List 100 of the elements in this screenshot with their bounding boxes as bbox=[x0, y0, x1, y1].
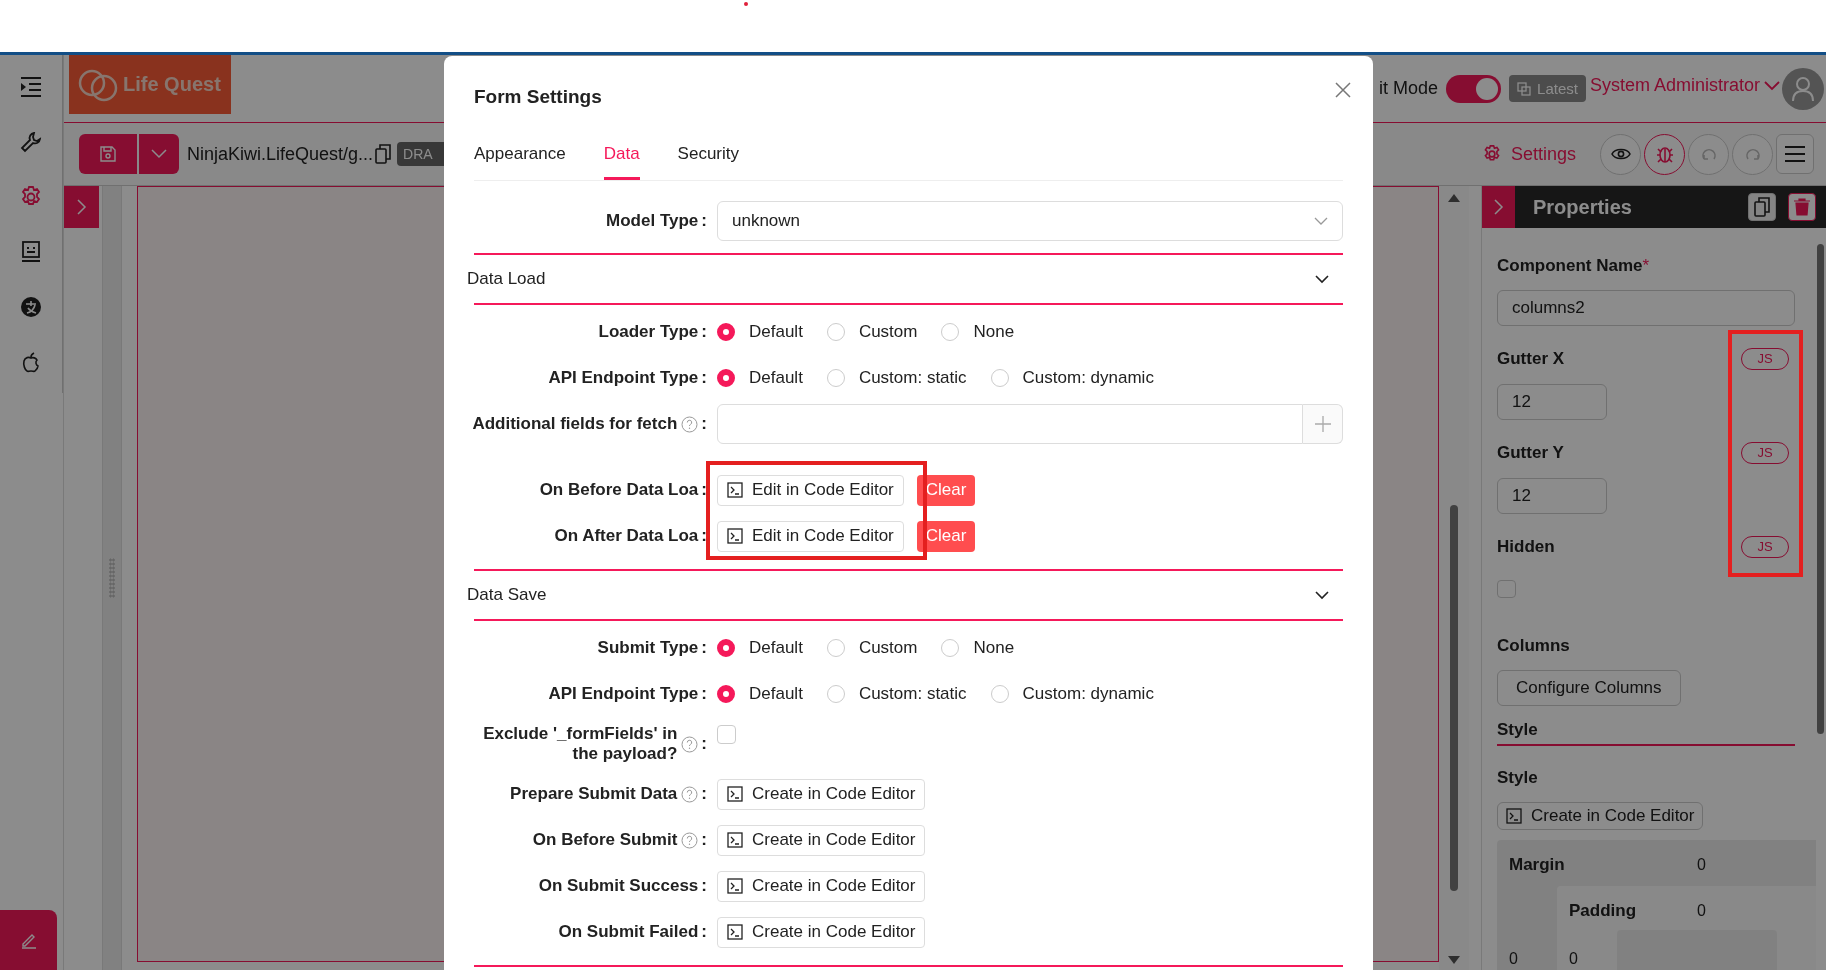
radio-label[interactable]: Default bbox=[749, 638, 803, 658]
terminal-icon bbox=[727, 482, 743, 498]
label-colon: : bbox=[701, 414, 707, 434]
settings-icon[interactable] bbox=[20, 186, 42, 208]
code-editor-button[interactable]: Create in Code Editor bbox=[717, 870, 926, 902]
radio-button[interactable] bbox=[717, 323, 735, 341]
field-label: API Endpoint Type bbox=[548, 368, 699, 388]
radio-label[interactable]: Custom: static bbox=[858, 684, 967, 704]
menu-button[interactable] bbox=[1776, 134, 1814, 174]
radio-button[interactable] bbox=[717, 369, 735, 387]
box-value[interactable]: 0 bbox=[1697, 902, 1706, 920]
terminal-icon bbox=[727, 924, 743, 940]
save-button[interactable] bbox=[79, 134, 137, 174]
chevron-icon[interactable] bbox=[1315, 590, 1329, 600]
radio-button[interactable] bbox=[717, 639, 735, 657]
down-arrow-icon[interactable] bbox=[1448, 956, 1460, 964]
code-editor-button[interactable]: Edit in Code Editor bbox=[717, 474, 904, 506]
code-editor-button[interactable]: Create in Code Editor bbox=[717, 824, 926, 856]
field-label: Model Type bbox=[606, 211, 699, 231]
dropdown-button[interactable] bbox=[139, 134, 179, 174]
edit-button[interactable] bbox=[0, 910, 57, 970]
panel-title: Properties bbox=[1533, 195, 1632, 219]
copy-icon[interactable] bbox=[375, 144, 392, 164]
model-type-select[interactable]: unknown bbox=[717, 201, 1343, 241]
label-colon: : bbox=[701, 322, 707, 342]
radio-button[interactable] bbox=[990, 369, 1009, 387]
expand-button[interactable] bbox=[64, 186, 99, 228]
collapse-button[interactable] bbox=[1482, 186, 1515, 228]
plus-icon bbox=[1314, 416, 1331, 432]
code-editor-button[interactable]: Edit in Code Editor bbox=[717, 520, 904, 552]
caret-icon bbox=[151, 149, 167, 159]
help-icon[interactable] bbox=[681, 735, 699, 753]
radio-label[interactable]: Custom: dynamic bbox=[1022, 368, 1154, 388]
wrench-icon[interactable] bbox=[20, 131, 42, 153]
radio-label[interactable]: Custom bbox=[858, 638, 918, 658]
tab[interactable]: Appearance bbox=[474, 144, 566, 180]
tab[interactable]: Security bbox=[677, 144, 740, 180]
number-input[interactable]: 12 bbox=[1497, 383, 1607, 420]
apple-icon[interactable] bbox=[20, 351, 42, 373]
label-colon: : bbox=[701, 734, 707, 754]
radio-button[interactable] bbox=[941, 323, 960, 341]
checkbox[interactable] bbox=[717, 724, 736, 744]
form-icon[interactable] bbox=[20, 241, 42, 263]
radio-button[interactable] bbox=[941, 639, 960, 657]
radio-label[interactable]: Default bbox=[749, 322, 803, 342]
radio-label[interactable]: None bbox=[973, 322, 1015, 342]
radio-button[interactable] bbox=[826, 369, 845, 387]
field-label: Hidden bbox=[1497, 536, 1555, 557]
avatar-icon[interactable] bbox=[1782, 67, 1824, 110]
section-title: Data Load bbox=[467, 269, 546, 289]
indent-menu-icon[interactable] bbox=[20, 76, 42, 98]
debug-button[interactable] bbox=[1644, 133, 1685, 175]
code-editor-button[interactable]: Create in Code Editor bbox=[717, 916, 926, 948]
undo-button[interactable] bbox=[1688, 133, 1729, 175]
tab[interactable]: Data bbox=[603, 144, 640, 180]
copy-button[interactable] bbox=[1748, 193, 1776, 221]
add-button[interactable] bbox=[1303, 404, 1343, 444]
radio-label[interactable]: Custom bbox=[858, 322, 918, 342]
help-icon[interactable] bbox=[681, 785, 699, 803]
field-label: On Before Data Loa bbox=[539, 480, 699, 500]
checkbox[interactable] bbox=[1497, 579, 1516, 598]
label-colon: : bbox=[701, 638, 707, 658]
scrollbar-thumb[interactable] bbox=[1450, 504, 1458, 891]
field-label: Prepare Submit Data bbox=[510, 784, 678, 804]
number-input[interactable]: 12 bbox=[1497, 477, 1607, 514]
label-colon: : bbox=[701, 526, 707, 546]
field-label: Additional fields for fetch bbox=[472, 414, 678, 434]
radio-label[interactable]: None bbox=[973, 638, 1015, 658]
box-value[interactable]: 0 bbox=[1569, 950, 1617, 970]
radio-button[interactable] bbox=[717, 685, 735, 703]
configure-button[interactable]: Configure Columns bbox=[1497, 669, 1681, 706]
field-label: API Endpoint Type bbox=[548, 684, 699, 704]
scrollbar-thumb[interactable] bbox=[1817, 244, 1824, 734]
radio-label[interactable]: Custom: static bbox=[858, 368, 967, 388]
logo-text: Life Quest bbox=[123, 73, 221, 96]
help-icon[interactable] bbox=[681, 415, 699, 433]
toggle-switch[interactable] bbox=[1446, 74, 1502, 103]
close-button[interactable] bbox=[1333, 80, 1353, 100]
radio-button[interactable] bbox=[826, 323, 845, 341]
code-editor-button[interactable]: Create in Code Editor bbox=[1497, 801, 1704, 830]
radio-label[interactable]: Default bbox=[749, 368, 803, 388]
text-input[interactable]: columns2 bbox=[1497, 290, 1795, 326]
preview-button[interactable] bbox=[1600, 133, 1641, 175]
radio-label[interactable]: Custom: dynamic bbox=[1022, 684, 1154, 704]
radio-button[interactable] bbox=[826, 639, 845, 657]
delete-button[interactable] bbox=[1788, 193, 1816, 221]
radio-label[interactable]: Default bbox=[749, 684, 803, 704]
up-arrow-icon[interactable] bbox=[1448, 194, 1460, 202]
input-field[interactable] bbox=[717, 404, 1303, 444]
label-colon: : bbox=[701, 784, 707, 804]
box-value[interactable]: 0 bbox=[1509, 950, 1557, 970]
radio-button[interactable] bbox=[826, 685, 845, 703]
box-value[interactable]: 0 bbox=[1697, 856, 1706, 874]
radio-button[interactable] bbox=[990, 685, 1009, 703]
help-icon[interactable] bbox=[681, 831, 699, 849]
coin-icon[interactable] bbox=[20, 296, 42, 318]
label-colon: : bbox=[701, 684, 707, 704]
caret-icon bbox=[1314, 217, 1328, 225]
code-editor-button[interactable]: Create in Code Editor bbox=[717, 778, 926, 810]
chevron-icon[interactable] bbox=[1315, 274, 1329, 284]
